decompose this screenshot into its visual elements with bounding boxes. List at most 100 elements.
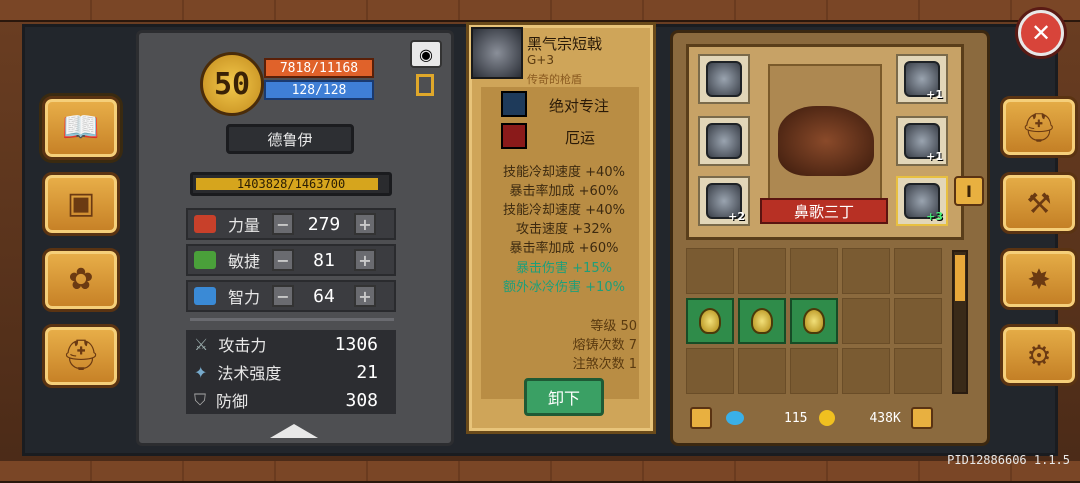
- effect-line: 额外冰冷伤害 +10%: [503, 280, 625, 295]
- exp-bar: 1403828/1463700: [190, 172, 392, 196]
- paw-icon: ✿: [68, 262, 94, 297]
- attr-label: 力量: [228, 216, 261, 235]
- inventory-slot[interactable]: [790, 248, 838, 294]
- player-id: PID12886606 1.1.5: [947, 453, 1070, 467]
- scroll-thumb[interactable]: [955, 255, 965, 301]
- item-forge-count: 熔铸次数 7: [572, 338, 637, 353]
- bookmark-icon[interactable]: [416, 74, 434, 96]
- effect-line: 暴击率加成 +60%: [509, 241, 619, 256]
- attr-label: 智力: [228, 288, 261, 307]
- lock-icon[interactable]: [690, 407, 712, 429]
- bottom-plank: [0, 461, 1080, 483]
- bear-image: [778, 106, 874, 176]
- equipment-tab-button[interactable]: ⛑: [1000, 96, 1078, 158]
- inventory-slot[interactable]: [894, 348, 942, 394]
- stat-value: 21: [356, 361, 378, 383]
- inventory-slot[interactable]: [738, 248, 786, 294]
- inventory-slot[interactable]: [686, 248, 734, 294]
- inventory-slot[interactable]: [842, 348, 890, 394]
- pet-tab-button[interactable]: ✿: [42, 248, 120, 312]
- settings-tab-button[interactable]: ⚙: [1000, 324, 1078, 386]
- close-icon[interactable]: ✕: [1018, 10, 1064, 56]
- inventory-slot-potion[interactable]: [790, 298, 838, 344]
- hourglass-icon: [501, 91, 527, 117]
- book-tab-button[interactable]: 📖: [42, 96, 120, 160]
- inventory-scrollbar[interactable]: [952, 250, 968, 394]
- effect-line: 技能冷却速度 +40%: [503, 203, 625, 218]
- inventory-grid: [686, 248, 946, 394]
- effect-line: 攻击速度 +32%: [516, 222, 612, 237]
- stat-spell-power: ✦ 法术强度 21: [186, 358, 396, 386]
- unequip-button[interactable]: 卸下: [524, 378, 604, 416]
- helmet-icon: ⛑: [1021, 110, 1057, 144]
- level-badge: 50: [200, 52, 264, 116]
- inventory-slot-potion[interactable]: [738, 298, 786, 344]
- helmet-gear-icon: [706, 61, 742, 97]
- equip-slot-weapon[interactable]: +3: [896, 176, 948, 226]
- stat-defense: ⛉ 防御 308: [186, 386, 396, 414]
- equip-slot-helmet[interactable]: [698, 54, 750, 104]
- stat-value: 1306: [334, 333, 378, 355]
- potion-icon: [803, 308, 825, 334]
- item-level: 等级 50: [590, 319, 637, 334]
- attr-value: 279: [307, 213, 341, 235]
- equip-slot-armor[interactable]: [698, 116, 750, 166]
- inventory-slot[interactable]: [894, 298, 942, 344]
- page-tab-icon[interactable]: I: [954, 176, 984, 206]
- inventory-slot[interactable]: [738, 348, 786, 394]
- camera-button[interactable]: ◉: [410, 40, 442, 68]
- item-rarity: 传奇的枪盾: [527, 73, 582, 86]
- shield-icon: ⛉: [194, 390, 207, 409]
- sort-icon[interactable]: [910, 407, 933, 429]
- strength-plus-button[interactable]: +: [354, 213, 376, 235]
- agility-plus-button[interactable]: +: [354, 249, 376, 271]
- tome-icon: [194, 287, 216, 305]
- feather-icon: [194, 251, 216, 269]
- enchant-tab-button[interactable]: ✸: [1000, 248, 1078, 310]
- collapse-arrow-icon[interactable]: [270, 424, 318, 438]
- skill-label: 绝对专注: [549, 97, 610, 115]
- stat-label: 攻击力: [218, 336, 267, 355]
- equip-slot-boots[interactable]: +2: [698, 176, 750, 226]
- slot-plus: +2: [728, 210, 745, 223]
- sparkle-icon: ✸: [1027, 262, 1051, 296]
- item-name: 黑气宗短戟: [527, 35, 603, 53]
- attr-intellect: 智力 − 64 +: [186, 280, 396, 312]
- gold-count: 438K: [869, 410, 901, 426]
- inventory-slot[interactable]: [842, 248, 890, 294]
- effect-line: 暴击率加成 +60%: [509, 184, 619, 199]
- equip-slot-accessory[interactable]: +1: [896, 54, 948, 104]
- gem-count: 115: [784, 410, 808, 426]
- equip-slot-gloves[interactable]: +1: [896, 116, 948, 166]
- inventory-slot[interactable]: [790, 348, 838, 394]
- forge-tab-button[interactable]: ⚒: [1000, 172, 1078, 234]
- pet-name-ribbon: 鼻歌三丁: [760, 198, 888, 224]
- item-card: 黑气宗短戟 G+3 传奇的枪盾 绝对专注 厄运 技能冷却速度 +40% 暴击率加…: [466, 22, 656, 434]
- chest-tab-button[interactable]: ▣: [42, 172, 120, 236]
- helmet-tab-button[interactable]: ⛑: [42, 324, 120, 388]
- hammer-icon: ⚒: [1026, 186, 1052, 220]
- item-icon: [471, 27, 523, 79]
- inventory-slot[interactable]: [686, 348, 734, 394]
- inventory-slot[interactable]: [842, 298, 890, 344]
- inventory-slot-potion[interactable]: [686, 298, 734, 344]
- intellect-minus-button[interactable]: −: [272, 285, 294, 307]
- effect-line: 技能冷却速度 +40%: [503, 165, 625, 180]
- potion-icon: [751, 308, 773, 334]
- inventory-slot[interactable]: [894, 248, 942, 294]
- strength-minus-button[interactable]: −: [272, 213, 294, 235]
- attr-value: 81: [313, 249, 335, 271]
- intellect-plus-button[interactable]: +: [354, 285, 376, 307]
- slot-plus: +1: [926, 88, 943, 101]
- curse-icon: [501, 123, 527, 149]
- chest-icon: ▣: [66, 186, 96, 221]
- skill-label: 厄运: [565, 129, 596, 147]
- hp-bar: 7818/11168: [264, 58, 374, 78]
- mp-bar: 128/128: [264, 80, 374, 100]
- attr-value: 64: [313, 285, 335, 307]
- helmet-icon: ⛑: [61, 338, 101, 373]
- camera-icon: ◉: [419, 44, 433, 64]
- agility-minus-button[interactable]: −: [272, 249, 294, 271]
- hero-name: 德鲁伊: [226, 124, 354, 154]
- divider: [190, 318, 394, 321]
